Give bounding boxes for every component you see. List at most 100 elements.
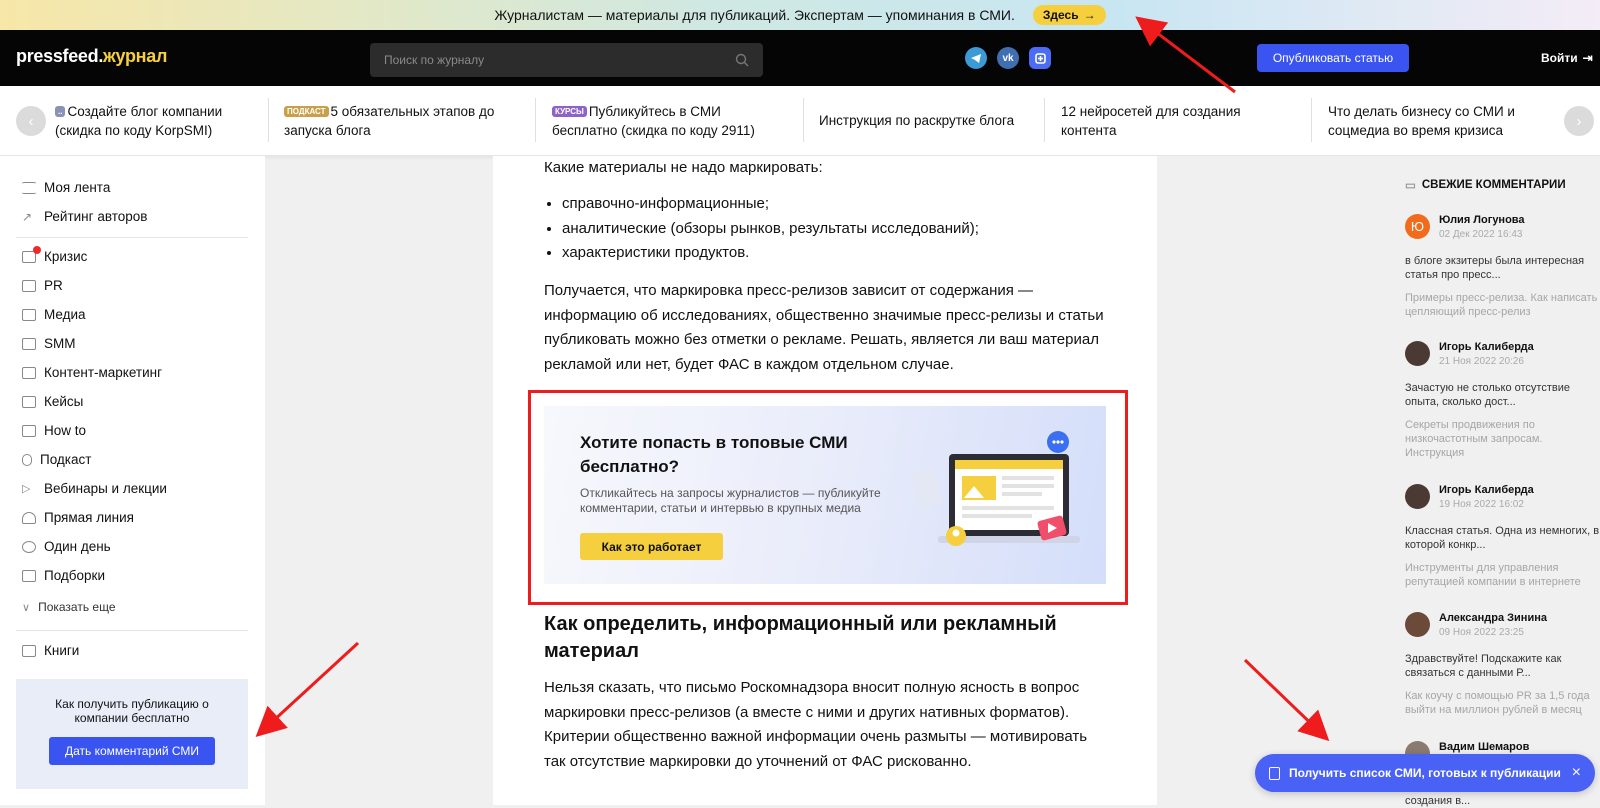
- sidebar-item-books[interactable]: Книги: [22, 643, 79, 658]
- annotation-highlight-box: [528, 390, 1128, 605]
- annotation-arrow: [255, 641, 360, 738]
- comment-text[interactable]: в блоге экзитеры была интересная статья …: [1405, 254, 1600, 282]
- avatar-initial: Ю: [1410, 219, 1425, 234]
- sidebar-item-label: Подборки: [44, 568, 105, 583]
- comment-text[interactable]: Зачастую не столько отсутствие опыта, ск…: [1405, 381, 1600, 409]
- promo-carousel: .. Создайте блог компании (скидка по коду…: [0, 86, 1600, 156]
- promo-item-text: Создайте блог компании (скидка по коду K…: [55, 104, 223, 138]
- vk-icon[interactable]: vk: [997, 47, 1019, 69]
- wand-icon: [22, 337, 36, 350]
- sidebar-item-label: How to: [44, 423, 87, 438]
- login-icon: ⇥: [1582, 51, 1593, 65]
- clock-icon: [22, 540, 36, 553]
- telegram-icon[interactable]: [965, 47, 987, 69]
- document-icon: [22, 424, 36, 437]
- sidebar-item-live[interactable]: Прямая линия: [22, 510, 134, 525]
- play-icon: ▷: [22, 483, 31, 495]
- sidebar-item-label: Подкаст: [40, 452, 92, 467]
- podcast-badge: ПОДКАСТ: [284, 106, 329, 117]
- comment-article-link[interactable]: Секреты продвижения по низкочастотным за…: [1405, 418, 1600, 460]
- avatar: [1405, 612, 1430, 637]
- article-heading: Как определить, информационный или рекла…: [544, 613, 1057, 662]
- comment-text[interactable]: Здравствуйте! Подскажите как связаться с…: [1405, 652, 1600, 680]
- sidebar-item-label: Медиа: [44, 307, 86, 322]
- sidebar-item-label: Вебинары и лекции: [44, 481, 167, 496]
- comment-author[interactable]: Вадим Шемаров: [1439, 741, 1529, 753]
- sidebar-item-label: Прямая линия: [44, 510, 134, 525]
- pr-icon: [22, 279, 36, 292]
- sidebar-promo-text: Как получить публикацию о компании беспл…: [55, 697, 209, 725]
- sidebar-item-howto[interactable]: How to: [22, 423, 86, 438]
- comment-author[interactable]: Игорь Калиберда: [1439, 341, 1534, 353]
- avatar: Ю: [1405, 214, 1430, 239]
- comment-author[interactable]: Юлия Логунова: [1439, 214, 1525, 226]
- promo-item-text: 12 нейросетей для создания контента: [1061, 104, 1241, 138]
- carousel-prev-button[interactable]: ‹: [16, 106, 46, 136]
- comment-date: 09 Ноя 2022 23:25: [1439, 627, 1524, 638]
- comment-article-link[interactable]: Как коучу с помощью PR за 1,5 года выйти…: [1405, 689, 1600, 717]
- comment-date: 02 Дек 2022 16:43: [1439, 229, 1523, 240]
- promo-item[interactable]: Что делать бизнесу со СМИ и соцмедиа во …: [1328, 102, 1538, 140]
- sidebar-item-podcast[interactable]: Подкаст: [22, 452, 91, 467]
- search-placeholder: Поиск по журналу: [384, 53, 485, 67]
- promo-item[interactable]: ПОДКАСТ 5 обязательных этапов до запуска …: [284, 102, 520, 140]
- sidebar-item-crisis[interactable]: Кризис: [22, 245, 87, 264]
- comment-date: 21 Ноя 2022 20:26: [1439, 356, 1524, 367]
- promo-item[interactable]: .. Создайте блог компании (скидка по коду…: [55, 102, 265, 140]
- logo-text: pressfeed.: [16, 46, 104, 66]
- sidebar-item-content-marketing[interactable]: Контент-маркетинг: [22, 365, 162, 380]
- announcement-link-button[interactable]: Здесь →: [1032, 5, 1106, 25]
- sidebar-item-label: Книги: [44, 643, 80, 658]
- site-logo[interactable]: pressfeed.журнал: [16, 46, 167, 67]
- sidebar-item-label: Один день: [44, 539, 111, 554]
- search-input[interactable]: Поиск по журналу: [370, 43, 763, 77]
- promo-item[interactable]: КУРСЫ Публикуйтесь в СМИ бесплатно (скидк…: [552, 102, 784, 140]
- carousel-next-button[interactable]: ›: [1564, 106, 1594, 136]
- promo-item[interactable]: 12 нейросетей для создания контента: [1061, 102, 1271, 140]
- comment-article-link[interactable]: Инструменты для управления репутацией ко…: [1405, 561, 1600, 589]
- chevron-right-icon: ›: [1576, 112, 1582, 130]
- sidebar-item-smm[interactable]: SMM: [22, 336, 76, 351]
- list-icon: [22, 181, 36, 194]
- announcement-link-label: Здесь: [1042, 8, 1079, 22]
- sidebar-item-media[interactable]: Медиа: [22, 307, 86, 322]
- comment-text[interactable]: Классная статья. Одна из немногих, в кот…: [1405, 524, 1600, 552]
- chevron-left-icon: ‹: [28, 112, 34, 130]
- megaphone-icon: [22, 308, 36, 321]
- recent-comments-header: ▭ СВЕЖИЕ КОММЕНТАРИИ: [1405, 178, 1566, 192]
- comment-text[interactable]: создания в...: [1405, 794, 1600, 808]
- get-media-list-label: Получить список СМИ, готовых к публикаци…: [1289, 766, 1561, 780]
- site-header: pressfeed.журнал Поиск по журналу vk Опу…: [0, 30, 1600, 86]
- sidebar-item-pr[interactable]: PR: [22, 278, 63, 293]
- promo-item[interactable]: Инструкция по раскрутке блога: [819, 111, 1029, 130]
- sidebar-item-webinars[interactable]: ▷ Вебинары и лекции: [22, 481, 167, 496]
- clipboard-icon: [1269, 766, 1280, 780]
- person-icon: [22, 511, 36, 524]
- article-paragraph: Какие материалы не надо маркировать:: [544, 159, 823, 176]
- publish-article-button[interactable]: Опубликовать статью: [1257, 44, 1409, 72]
- logo-accent-text: журнал: [103, 46, 168, 66]
- sidebar-item-feed[interactable]: Моя лента: [22, 180, 110, 195]
- max-icon[interactable]: [1029, 47, 1051, 69]
- login-button[interactable]: Войти ⇥: [1541, 51, 1593, 65]
- books-icon: [22, 644, 36, 657]
- comments-icon: ▭: [1405, 180, 1416, 192]
- comment-date: 19 Ноя 2022 16:02: [1439, 499, 1524, 510]
- article-paragraph: Нельзя сказать, что письмо Роскомнадзора…: [544, 679, 1088, 770]
- comment-author[interactable]: Игорь Калиберда: [1439, 484, 1534, 496]
- bullet-item: аналитические (обзоры рынков, результаты…: [562, 217, 979, 242]
- close-icon[interactable]: ×: [1572, 764, 1581, 782]
- show-more-button[interactable]: ∨ Показать еще: [22, 600, 116, 614]
- give-comment-button[interactable]: Дать комментарий СМИ: [49, 737, 215, 765]
- comment-author[interactable]: Александра Зинина: [1439, 612, 1547, 624]
- sidebar-item-ratings[interactable]: ↗ Рейтинг авторов: [22, 209, 147, 224]
- sidebar-item-cases[interactable]: Кейсы: [22, 394, 83, 409]
- get-media-list-button[interactable]: Получить список СМИ, готовых к публикаци…: [1255, 754, 1595, 792]
- sidebar-item-label: Моя лента: [44, 180, 111, 195]
- trend-icon: ↗: [22, 209, 33, 224]
- sidebar-item-oneday[interactable]: Один день: [22, 539, 111, 554]
- comment-article-link[interactable]: Примеры пресс-релиза. Как написать цепля…: [1405, 291, 1600, 319]
- search-icon: [735, 53, 749, 67]
- sidebar-item-collections[interactable]: Подборки: [22, 568, 105, 583]
- promo-item-text: Что делать бизнесу со СМИ и соцмедиа во …: [1328, 104, 1515, 138]
